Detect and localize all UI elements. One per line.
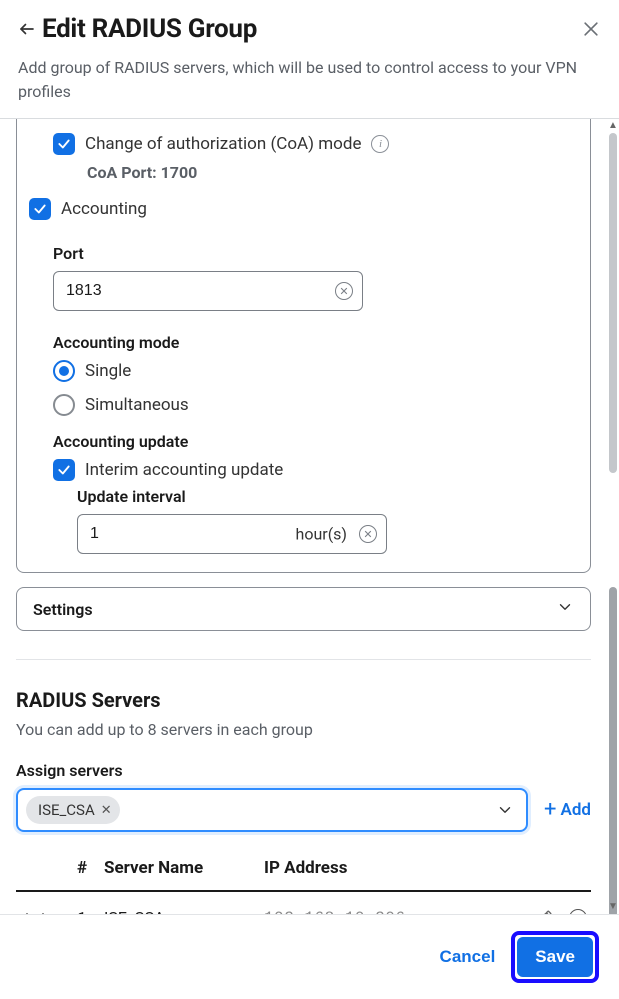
back-arrow-icon[interactable] <box>18 20 36 38</box>
radio-icon <box>53 360 75 382</box>
col-number: # <box>60 858 104 878</box>
scroll-up-arrow-icon[interactable]: ▲ <box>607 121 619 131</box>
cancel-button[interactable]: Cancel <box>440 947 496 967</box>
server-chip: ISE_CSA ✕ <box>26 796 120 824</box>
port-label: Port <box>53 244 578 263</box>
accounting-update-label: Accounting update <box>53 432 578 451</box>
radio-single[interactable]: Single <box>53 360 578 382</box>
plus-icon: + <box>544 799 556 821</box>
port-input[interactable] <box>53 271 363 311</box>
clear-interval-icon[interactable]: ✕ <box>359 525 377 543</box>
footer: Cancel Save <box>0 914 619 999</box>
server-chip-label: ISE_CSA <box>38 801 95 819</box>
assign-servers-label: Assign servers <box>16 761 591 780</box>
scrollbar[interactable]: ▲ ▼ <box>607 119 619 914</box>
scrollbar-thumb[interactable] <box>609 133 617 473</box>
page-subtitle: Add group of RADIUS servers, which will … <box>18 56 601 104</box>
interval-unit: hour(s) <box>296 525 347 544</box>
table-row: ⋮⋮ 1 ISE_CSA 192.168.10.206 <box>16 892 591 914</box>
coa-port-text: CoA Port: 1700 <box>29 163 578 182</box>
page-title: Edit RADIUS Group <box>42 14 257 44</box>
info-icon[interactable]: i <box>371 135 389 153</box>
scroll-down-arrow-icon[interactable]: ▼ <box>607 902 619 912</box>
interim-update-label: Interim accounting update <box>85 460 283 480</box>
accounting-checkbox[interactable] <box>29 198 51 220</box>
save-button[interactable]: Save <box>517 937 593 977</box>
accounting-card: Change of authorization (CoA) mode i CoA… <box>16 119 591 573</box>
accounting-mode-label: Accounting mode <box>53 333 578 352</box>
assign-servers-combobox[interactable]: ISE_CSA ✕ <box>16 788 528 832</box>
accounting-label: Accounting <box>61 199 147 219</box>
add-server-button[interactable]: + Add <box>544 799 591 821</box>
radius-servers-heading: RADIUS Servers <box>16 688 591 712</box>
coa-mode-label: Change of authorization (CoA) mode <box>85 134 361 154</box>
coa-mode-checkbox[interactable] <box>53 133 75 155</box>
interim-update-checkbox[interactable] <box>53 459 75 481</box>
save-highlight: Save <box>511 931 599 983</box>
chevron-down-icon <box>496 801 514 819</box>
update-interval-label: Update interval <box>77 487 578 506</box>
divider <box>16 659 591 660</box>
scrollbar-thumb[interactable] <box>609 587 617 914</box>
close-icon[interactable] <box>581 19 601 39</box>
col-server-name: Server Name <box>104 858 264 878</box>
radio-simultaneous-label: Simultaneous <box>85 395 189 415</box>
settings-accordion[interactable]: Settings <box>16 587 591 631</box>
servers-table: # Server Name IP Address ⋮⋮ 1 ISE_CSA 19… <box>16 858 591 914</box>
col-ip-address: IP Address <box>264 858 515 878</box>
chevron-down-icon <box>556 598 574 620</box>
radio-single-label: Single <box>85 361 131 381</box>
clear-port-icon[interactable]: ✕ <box>335 282 353 300</box>
add-label: Add <box>561 800 592 820</box>
radius-servers-limit: You can add up to 8 servers in each grou… <box>16 720 591 739</box>
radio-simultaneous[interactable]: Simultaneous <box>53 394 578 416</box>
main-scroll-area: Change of authorization (CoA) mode i CoA… <box>0 119 607 914</box>
chip-remove-icon[interactable]: ✕ <box>101 803 112 818</box>
radio-icon <box>53 394 75 416</box>
settings-label: Settings <box>33 600 93 619</box>
